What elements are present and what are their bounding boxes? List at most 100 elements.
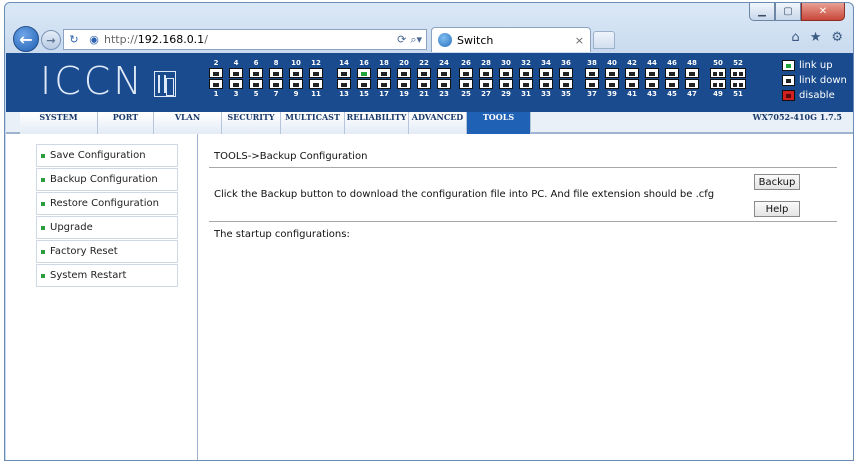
port-39-icon[interactable]: [605, 79, 619, 89]
port-35-icon[interactable]: [559, 79, 573, 89]
port-47-icon[interactable]: [685, 79, 699, 89]
port-37-icon[interactable]: [585, 79, 599, 89]
port-19-icon[interactable]: [397, 79, 411, 89]
port-12-icon[interactable]: [309, 68, 323, 78]
gear-icon[interactable]: ⚙: [831, 30, 843, 45]
port-17-icon[interactable]: [377, 79, 391, 89]
port-3-icon[interactable]: [229, 79, 243, 89]
port-29-icon[interactable]: [499, 79, 513, 89]
port-14-icon[interactable]: [337, 68, 351, 78]
port-number: 19: [399, 90, 409, 98]
port-5-icon[interactable]: [249, 79, 263, 89]
port-15-icon[interactable]: [357, 79, 371, 89]
port-number: 7: [273, 90, 279, 98]
port-10-icon[interactable]: [289, 68, 303, 78]
port-number: 50: [713, 59, 723, 67]
minimize-button[interactable]: ▁: [749, 3, 775, 21]
tab-vlan[interactable]: VLAN: [154, 112, 222, 134]
port-number: 29: [501, 90, 511, 98]
port-11-icon[interactable]: [309, 79, 323, 89]
help-button[interactable]: Help: [754, 201, 800, 217]
home-icon[interactable]: ⌂: [791, 30, 799, 45]
port-50-icon[interactable]: [710, 68, 726, 78]
disable-icon: [782, 90, 795, 101]
tab-advanced[interactable]: ADVANCED: [409, 112, 467, 134]
port-42-icon[interactable]: [625, 68, 639, 78]
compat-view-icon[interactable]: ⟳: [397, 33, 406, 47]
port-38-icon[interactable]: [585, 68, 599, 78]
tab-tools[interactable]: TOOLS: [467, 112, 531, 134]
port-number: 32: [521, 59, 531, 67]
sidebar-item-label: Upgrade: [50, 222, 93, 233]
browser-toolbar: ← → ↻ ◉ http:// 192.168.0.1 / ⟳ ⌕▾ Switc…: [5, 23, 853, 53]
port-13-icon[interactable]: [337, 79, 351, 89]
tab-reliability[interactable]: RELIABILITY: [345, 112, 409, 134]
tab-switch[interactable]: Switch ×: [431, 27, 591, 52]
port-46-icon[interactable]: [665, 68, 679, 78]
port-1-icon[interactable]: [209, 79, 223, 89]
port-52-icon[interactable]: [730, 68, 746, 78]
port-2-icon[interactable]: [209, 68, 223, 78]
port-43-icon[interactable]: [645, 79, 659, 89]
bullet-icon: [41, 249, 45, 254]
backup-button[interactable]: Backup: [754, 174, 800, 190]
port-16-icon[interactable]: [357, 68, 371, 78]
port-40-icon[interactable]: [605, 68, 619, 78]
forward-button[interactable]: →: [41, 30, 61, 50]
port-48-icon[interactable]: [685, 68, 699, 78]
search-icon[interactable]: ⌕▾: [410, 33, 422, 47]
port-32-icon[interactable]: [519, 68, 533, 78]
port-number: 44: [647, 59, 657, 67]
port-31-icon[interactable]: [519, 79, 533, 89]
tab-port[interactable]: PORT: [98, 112, 154, 134]
port-27-icon[interactable]: [479, 79, 493, 89]
port-number: 23: [439, 90, 449, 98]
port-30-icon[interactable]: [499, 68, 513, 78]
port-20-icon[interactable]: [397, 68, 411, 78]
port-6-icon[interactable]: [249, 68, 263, 78]
sidebar-item-upgrade[interactable]: Upgrade: [36, 216, 178, 239]
sidebar-item-restore-configuration[interactable]: Restore Configuration: [36, 192, 178, 215]
port-9-icon[interactable]: [289, 79, 303, 89]
sidebar-item-system-restart[interactable]: System Restart: [36, 264, 178, 287]
port-26-icon[interactable]: [459, 68, 473, 78]
sidebar-item-factory-reset[interactable]: Factory Reset: [36, 240, 178, 263]
port-number: 43: [647, 90, 657, 98]
maximize-button[interactable]: ▢: [775, 3, 801, 21]
tab-close-icon[interactable]: ×: [575, 34, 584, 47]
reload-icon[interactable]: ↻: [67, 33, 81, 47]
sidebar-item-backup-configuration[interactable]: Backup Configuration: [36, 168, 178, 191]
tab-security[interactable]: SECURITY: [222, 112, 281, 134]
port-number: 20: [399, 59, 409, 67]
port-8-icon[interactable]: [269, 68, 283, 78]
sidebar-item-save-configuration[interactable]: Save Configuration: [36, 144, 178, 167]
port-44-icon[interactable]: [645, 68, 659, 78]
port-33-icon[interactable]: [539, 79, 553, 89]
port-41-icon[interactable]: [625, 79, 639, 89]
port-34-icon[interactable]: [539, 68, 553, 78]
port-49-icon[interactable]: [710, 79, 726, 89]
tab-multicast[interactable]: MULTICAST: [281, 112, 345, 134]
port-22-icon[interactable]: [417, 68, 431, 78]
port-18-icon[interactable]: [377, 68, 391, 78]
new-tab-button[interactable]: [593, 31, 615, 49]
port-36-icon[interactable]: [559, 68, 573, 78]
close-window-button[interactable]: ✕: [801, 3, 845, 21]
port-number: 25: [461, 90, 471, 98]
tab-system[interactable]: SYSTEM: [20, 112, 98, 134]
port-45-icon[interactable]: [665, 79, 679, 89]
port-51-icon[interactable]: [730, 79, 746, 89]
port-24-icon[interactable]: [437, 68, 451, 78]
port-28-icon[interactable]: [479, 68, 493, 78]
port-4-icon[interactable]: [229, 68, 243, 78]
address-bar[interactable]: ↻ ◉ http:// 192.168.0.1 / ⟳ ⌕▾: [63, 29, 427, 50]
back-button[interactable]: ←: [13, 26, 39, 52]
sidebar-item-label: Save Configuration: [50, 150, 146, 161]
port-23-icon[interactable]: [437, 79, 451, 89]
port-number: 39: [607, 90, 617, 98]
favorites-star-icon[interactable]: ★: [810, 30, 822, 45]
port-number: 24: [439, 59, 449, 67]
port-7-icon[interactable]: [269, 79, 283, 89]
port-25-icon[interactable]: [459, 79, 473, 89]
port-21-icon[interactable]: [417, 79, 431, 89]
